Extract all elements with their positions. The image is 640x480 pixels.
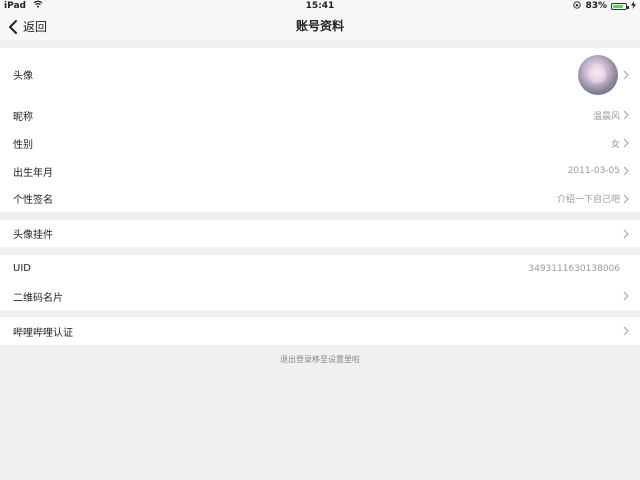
chevron-right-icon [623, 70, 629, 79]
pendant-row[interactable]: 头像挂件 [0, 220, 640, 247]
birthday-label: 出生年月 [13, 167, 53, 179]
orientation-lock-icon [573, 0, 582, 13]
charging-icon [631, 0, 636, 13]
signature-value: 介绍一下自己吧 [556, 195, 620, 205]
chevron-right-icon [623, 326, 629, 336]
status-time: 15:41 [305, 1, 335, 11]
pendant-label: 头像挂件 [13, 230, 53, 241]
status-bar: iPad 15:41 83% [0, 0, 640, 13]
status-right: 83% [573, 0, 636, 13]
gender-value: 女 [610, 139, 620, 150]
chevron-right-icon [623, 138, 629, 148]
uid-value: 3493111630138006 [528, 263, 620, 274]
chevron-right-icon [623, 229, 629, 238]
avatar [578, 54, 618, 95]
gender-label: 性别 [13, 139, 33, 151]
nav-bar: 返回 账号资料 [0, 13, 640, 40]
signature-row[interactable]: 个性签名 介绍一下自己吧 [0, 185, 640, 212]
chevron-right-icon [623, 194, 629, 203]
signature-label: 个性签名 [13, 195, 53, 206]
chevron-right-icon [623, 291, 629, 301]
birthday-row[interactable]: 出生年月 2011-03-05 [0, 157, 640, 185]
uid-label: UID [13, 263, 31, 274]
verify-label: 哔哩哔哩认证 [13, 327, 73, 339]
qrcode-label: 二维码名片 [13, 292, 63, 304]
avatar-label: 头像 [13, 71, 33, 82]
verify-row[interactable]: 哔哩哔哩认证 [0, 317, 640, 345]
battery-icon [611, 3, 629, 10]
nickname-value: 温晨风 [592, 111, 620, 122]
chevron-right-icon [623, 110, 629, 120]
logout-note[interactable]: 退出登录移至设置里啦 [0, 354, 640, 365]
qrcode-row[interactable]: 二维码名片 [0, 282, 640, 310]
page-title: 账号资料 [295, 19, 344, 33]
avatar-row[interactable]: 头像 [0, 48, 640, 101]
birthday-value: 2011-03-05 [567, 166, 620, 176]
chevron-right-icon [623, 166, 629, 176]
nickname-row[interactable]: 昵称 温晨风 [0, 101, 640, 129]
nickname-label: 昵称 [13, 111, 33, 123]
uid-row: UID 3493111630138006 [0, 255, 640, 282]
battery-percent: 83% [585, 1, 607, 11]
gender-row[interactable]: 性别 女 [0, 129, 640, 157]
